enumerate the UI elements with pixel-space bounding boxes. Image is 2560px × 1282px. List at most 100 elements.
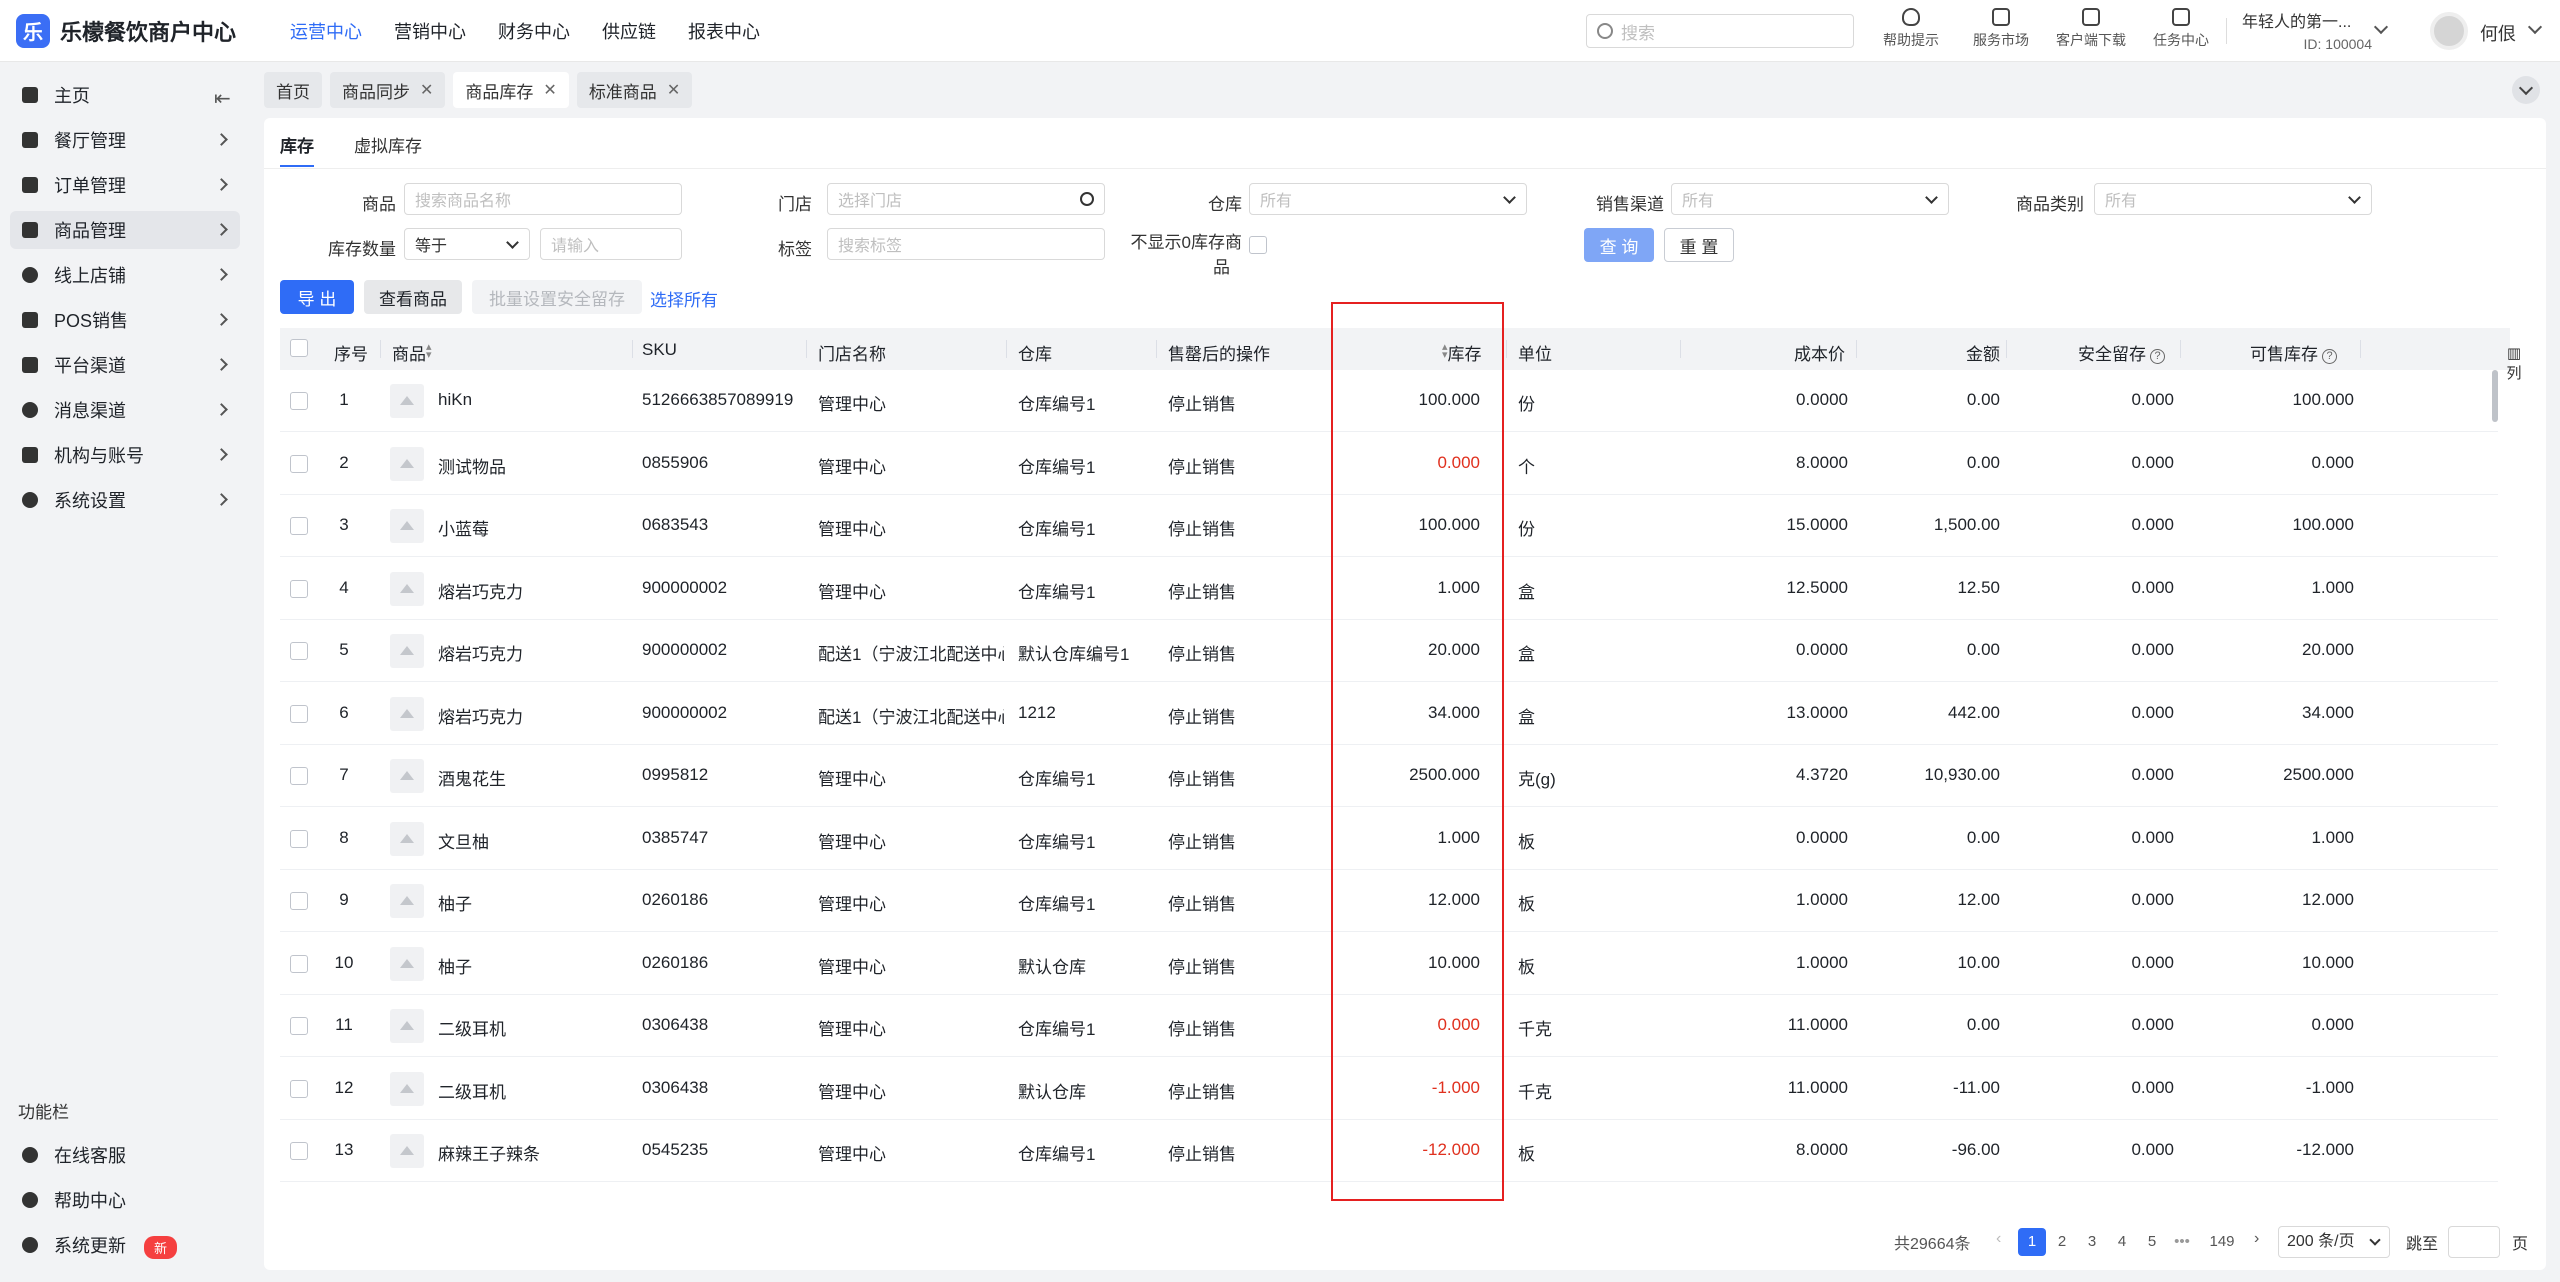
avatar[interactable] xyxy=(2430,12,2468,50)
cell-sellable-stock: 100.000 xyxy=(2292,515,2354,534)
cell-sellable-stock: 1.000 xyxy=(2311,577,2354,597)
sidebar-item-online-store[interactable]: 线上店铺 xyxy=(10,256,240,294)
tabs-more-button[interactable] xyxy=(2512,76,2540,104)
cell-sku: 0855906 xyxy=(642,452,709,472)
table-scrollbar[interactable] xyxy=(2492,370,2498,422)
row-checkbox[interactable] xyxy=(290,1142,308,1160)
cell-unit: 板 xyxy=(1518,1145,1535,1164)
cell-index: 11 xyxy=(335,1015,353,1034)
page-last[interactable]: 149 xyxy=(2202,1228,2242,1256)
service-market-button[interactable]: 服务市场 xyxy=(1956,6,2046,50)
topnav-finance[interactable]: 财务中心 xyxy=(498,18,570,44)
jump-page-input[interactable] xyxy=(2448,1226,2500,1258)
help-icon[interactable]: ? xyxy=(2150,349,2165,364)
page-3[interactable]: 3 xyxy=(2078,1228,2106,1256)
page-1[interactable]: 1 xyxy=(2018,1228,2046,1256)
tab-inventory[interactable]: 库存 xyxy=(280,132,314,167)
tab-virtual-inventory[interactable]: 虚拟库存 xyxy=(354,132,422,167)
sidebar-item-products[interactable]: 商品管理 xyxy=(10,211,240,249)
page-ellipsis[interactable]: ••• xyxy=(2168,1228,2196,1256)
sidebar-item-settings[interactable]: 系统设置 xyxy=(10,481,240,519)
tab-product-sync[interactable]: 商品同步 ✕ xyxy=(330,72,446,108)
cell-safety-stock: 0.000 xyxy=(2131,827,2174,847)
export-button[interactable]: 导 出 xyxy=(280,280,354,314)
close-icon[interactable]: ✕ xyxy=(667,80,680,100)
topnav-reports[interactable]: 报表中心 xyxy=(688,18,760,44)
hide-zero-checkbox[interactable] xyxy=(1249,236,1267,254)
tab-home[interactable]: 首页 xyxy=(264,72,322,108)
cell-product-name: 小蓝莓 xyxy=(438,520,489,539)
download-folder-icon xyxy=(2082,8,2100,26)
sidebar-item-orders[interactable]: 订单管理 xyxy=(10,166,240,204)
row-checkbox[interactable] xyxy=(290,1017,308,1035)
sidebar-item-system-update[interactable]: 系统更新新 xyxy=(10,1226,240,1264)
tab-standard-products[interactable]: 标准商品 ✕ xyxy=(576,72,693,108)
sidebar-item-org-accounts[interactable]: 机构与账号 xyxy=(10,436,240,474)
col-product[interactable]: 商品▴ ▾ xyxy=(392,340,432,365)
category-select[interactable]: 所有 xyxy=(2094,183,2372,215)
tag-search-input[interactable]: 搜索标签 xyxy=(827,228,1105,260)
cell-sellable-stock: 2500.000 xyxy=(2283,765,2354,784)
batch-safety-stock-button[interactable]: 批量设置安全留存 xyxy=(472,280,642,314)
tenant-switcher[interactable]: 年轻人的第一... ID: 100004 xyxy=(2242,8,2372,52)
sidebar-item-help-center[interactable]: 帮助中心 xyxy=(10,1181,240,1219)
sidebar-item-pos[interactable]: POS销售 xyxy=(10,301,240,339)
prev-page-button[interactable]: ‹ xyxy=(1996,1230,2001,1248)
row-checkbox[interactable] xyxy=(290,517,308,535)
next-page-button[interactable]: › xyxy=(2254,1230,2259,1248)
row-checkbox[interactable] xyxy=(290,392,308,410)
cell-unit: 盒 xyxy=(1518,645,1535,664)
sidebar-item-messages[interactable]: 消息渠道 xyxy=(10,391,240,429)
sidebar-item-home[interactable]: 主页 xyxy=(10,76,240,114)
topnav-operations[interactable]: 运营中心 xyxy=(290,18,362,44)
page-size-select[interactable]: 200 条/页 xyxy=(2278,1226,2390,1258)
select-all-link[interactable]: 选择所有 xyxy=(650,286,718,311)
close-icon[interactable]: ✕ xyxy=(543,80,556,100)
close-icon[interactable]: ✕ xyxy=(420,80,433,100)
global-search-input[interactable]: 搜索 xyxy=(1586,14,1854,48)
page-5[interactable]: 5 xyxy=(2138,1228,2166,1256)
page-2[interactable]: 2 xyxy=(2048,1228,2076,1256)
store-select-input[interactable]: 选择门店 xyxy=(827,183,1105,215)
product-name-input[interactable]: 搜索商品名称 xyxy=(404,183,682,215)
sidebar-item-label: 机构与账号 xyxy=(54,446,144,466)
task-center-button[interactable]: 任务中心 xyxy=(2136,6,2226,50)
store-filter-label: 门店 xyxy=(778,195,812,214)
qty-operator-select[interactable]: 等于 xyxy=(404,228,530,260)
channel-select[interactable]: 所有 xyxy=(1671,183,1949,215)
app-logo[interactable]: 乐 乐檬餐饮商户中心 xyxy=(16,13,260,48)
row-checkbox[interactable] xyxy=(290,892,308,910)
reset-button[interactable]: 重 置 xyxy=(1664,228,1734,262)
row-checkbox[interactable] xyxy=(290,704,308,723)
client-download-button[interactable]: 客户端下载 xyxy=(2046,6,2136,50)
topnav-supply-chain[interactable]: 供应链 xyxy=(602,18,656,44)
cell-index: 3 xyxy=(339,515,349,534)
cell-warehouse: 默认仓库编号1 xyxy=(1018,645,1130,664)
sidebar-item-restaurant[interactable]: 餐厅管理 xyxy=(10,121,240,159)
topnav-marketing[interactable]: 营销中心 xyxy=(394,18,466,44)
view-products-button[interactable]: 查看商品 xyxy=(364,280,462,314)
collapse-sidebar-icon[interactable]: ⇤ xyxy=(214,86,231,111)
sidebar-item-platform[interactable]: 平台渠道 xyxy=(10,346,240,384)
row-checkbox[interactable] xyxy=(290,767,308,785)
row-checkbox[interactable] xyxy=(290,954,308,973)
user-name[interactable]: 何佷 xyxy=(2480,20,2516,46)
help-icon[interactable]: ? xyxy=(2322,349,2337,364)
warehouse-select[interactable]: 所有 xyxy=(1249,183,1527,215)
qty-input[interactable]: 请输入 xyxy=(540,228,682,260)
sidebar-item-online-service[interactable]: 在线客服 xyxy=(10,1136,240,1174)
page-4[interactable]: 4 xyxy=(2108,1228,2136,1256)
row-checkbox[interactable] xyxy=(290,579,308,598)
row-checkbox[interactable] xyxy=(290,829,308,848)
row-checkbox[interactable] xyxy=(290,642,308,660)
chevron-right-icon xyxy=(215,178,228,191)
query-button[interactable]: 查 询 xyxy=(1584,228,1654,262)
col-cost: 成本价 xyxy=(1794,345,1845,364)
row-checkbox[interactable] xyxy=(290,454,308,473)
cell-cost: 15.0000 xyxy=(1786,515,1848,534)
column-settings-button[interactable]: ▥ 列 xyxy=(2504,344,2524,384)
select-all-checkbox[interactable] xyxy=(290,339,308,357)
tab-product-inventory[interactable]: 商品库存 ✕ xyxy=(453,72,569,108)
help-tips-button[interactable]: 帮助提示 xyxy=(1866,6,1956,50)
row-checkbox[interactable] xyxy=(290,1079,308,1098)
